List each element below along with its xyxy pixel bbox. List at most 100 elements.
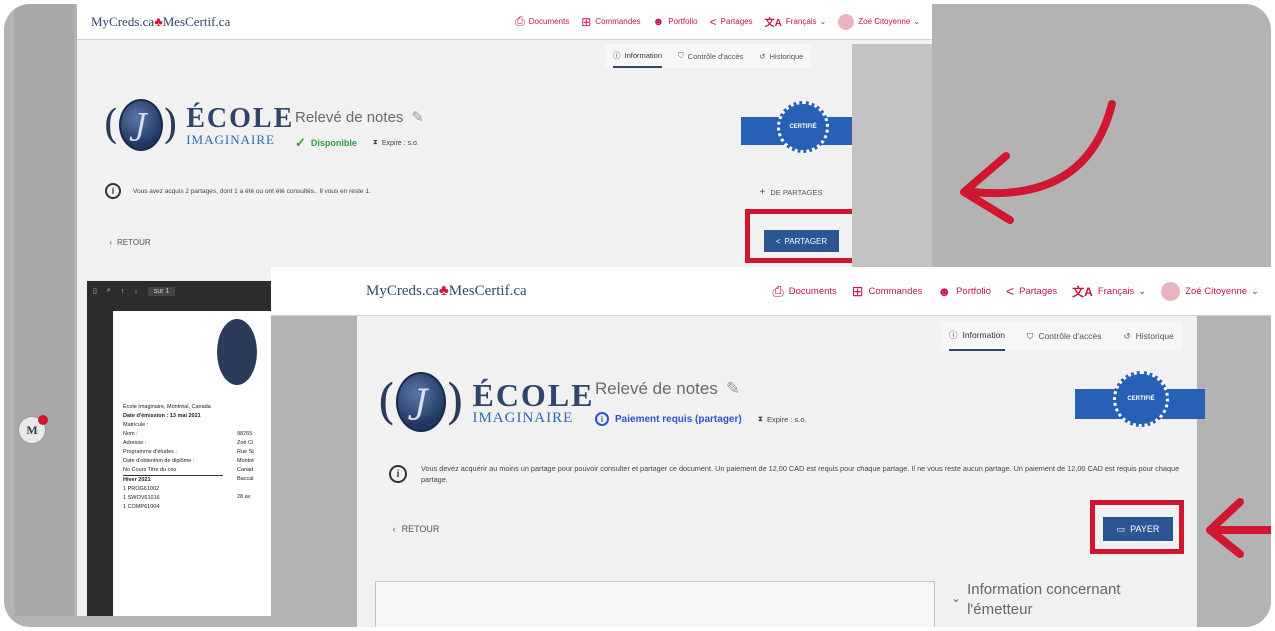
school-logo: ( J ) ÉCOLE IMAGINAIRE (377, 372, 595, 432)
site-logo[interactable]: MyCreds.ca♣MesCertif.ca (366, 283, 527, 300)
user-menu[interactable]: Zoé Citoyenne ⌄ (1161, 281, 1259, 301)
history-icon: ↺ (759, 51, 766, 61)
tab-information[interactable]: ⓘ Information (949, 321, 1006, 351)
document-status: i Paiement requis (partager) ⧗ Expire : s.… (595, 412, 807, 426)
info-circle-icon: i (389, 465, 407, 483)
edit-pencil-icon[interactable]: ✎ (726, 379, 740, 399)
documents-icon: ⎙ (772, 282, 784, 299)
nav-shares[interactable]: < Partages (1006, 283, 1057, 299)
documents-icon: ⎙ (515, 14, 525, 28)
cart-icon: ⊞ (851, 282, 864, 299)
tab-history[interactable]: ↺ Historique (759, 44, 803, 68)
people-icon: ☻ (937, 283, 952, 299)
nav-menu: ⎙ Documents ⊞ Commandes ☻ Portfolio < Partag… (773, 281, 1259, 301)
info-circle-icon: i (105, 183, 121, 199)
pdf-toolbar: ▯ ⌕ ↑ ↓ sur 1 (87, 281, 287, 301)
document-title: Relevé de notes ✎ (595, 379, 741, 399)
nav-orders[interactable]: ⊞ Commandes (852, 283, 923, 300)
share-icon: < (775, 236, 781, 246)
chevron-down-icon: ⌄ (1138, 285, 1147, 297)
user-menu[interactable]: Zoé Citoyenne ⌄ (838, 13, 920, 30)
document-preview-frame (375, 581, 935, 627)
issuer-info-accordion[interactable]: ⌄ Information concernant l'émetteur (951, 580, 1151, 620)
arrow-down-icon[interactable]: ↓ (134, 288, 138, 295)
document-title: Relevé de notes ✎ (295, 108, 424, 127)
avatar (1161, 281, 1181, 301)
school-name-line2: IMAGINAIRE (472, 409, 574, 426)
chevron-down-icon: ⌄ (819, 17, 827, 26)
help-launcher-button[interactable]: M (18, 415, 48, 444)
school-medallion: J (395, 372, 446, 432)
chevron-down-icon: ⌄ (913, 17, 920, 26)
chevron-down-icon: ⌄ (951, 591, 962, 605)
hourglass-icon: ⧗ (757, 414, 763, 423)
people-icon: ☻ (652, 15, 665, 28)
cart-icon: ⊞ (581, 14, 592, 29)
tab-access-control[interactable]: ⛉ Contrôle d'accès (1027, 321, 1101, 351)
site-logo[interactable]: MyCreds.ca♣MesCertif.ca (91, 14, 230, 30)
sidebar-toggle-icon[interactable]: ▯ (93, 287, 97, 295)
tab-history[interactable]: ↺ Historique (1123, 321, 1173, 351)
arrow-up-icon[interactable]: ↑ (121, 288, 125, 295)
expiry-info: ⧗ Expire : s.o. (372, 139, 419, 147)
nav-shares[interactable]: < Partages (710, 15, 753, 29)
tab-access-control[interactable]: ⛉ Contrôle d'accès (678, 44, 743, 68)
left-margin (14, 4, 74, 616)
laurel-left-icon: ( (377, 374, 396, 430)
language-selector[interactable]: 文A Français ⌄ (765, 14, 827, 29)
share-button[interactable]: < PARTAGER (764, 230, 839, 252)
back-window-edge (852, 44, 932, 274)
avatar (838, 13, 855, 30)
expiry-info: ⧗ Expire : s.o. (757, 414, 807, 424)
share-icon: < (1005, 283, 1015, 299)
payment-info-banner: i Vous devez acquérir au moins un partag… (375, 453, 1197, 495)
nav-orders[interactable]: ⊞ Commandes (581, 15, 640, 29)
tab-information[interactable]: ⓘ Information (613, 44, 663, 68)
notification-dot (38, 415, 48, 425)
shield-icon: ⛉ (1027, 330, 1034, 341)
credit-card-icon: ▭ (1116, 523, 1126, 534)
pdf-logo (217, 319, 257, 385)
top-navigation: MyCreds.ca♣MesCertif.ca ⎙ Documents ⊞ Comm… (77, 4, 932, 40)
chevron-left-icon: ‹ (109, 237, 113, 247)
back-button[interactable]: ‹ RETOUR (375, 515, 457, 543)
translate-icon: 文A (764, 18, 782, 29)
search-icon[interactable]: ⌕ (107, 287, 111, 295)
history-icon: ↺ (1123, 330, 1131, 341)
nav-portfolio[interactable]: ☻ Portfolio (937, 284, 991, 299)
language-selector[interactable]: 文A Français ⌄ (1072, 283, 1146, 300)
edit-pencil-icon[interactable]: ✎ (411, 108, 424, 126)
laurel-left-icon: ( (103, 102, 119, 148)
laurel-right-icon: ) (162, 102, 179, 148)
front-window: MyCreds.ca♣MesCertif.ca ⎙ Documents ⊞ Comm… (271, 267, 1271, 627)
school-medallion: J (118, 99, 163, 151)
back-button[interactable]: ‹ RETOUR (91, 230, 169, 254)
pdf-text-left: École Imaginaire, Montréal, Canada Date … (123, 403, 223, 512)
pdf-page: École Imaginaire, Montréal, Canada Date … (113, 311, 287, 616)
check-circle-icon: ✓ (295, 135, 306, 150)
info-circle-icon: i (595, 412, 609, 426)
document-status: ✓ Disponible ⧗ Expire : s.o. (295, 135, 419, 150)
pdf-viewer: ▯ ⌕ ↑ ↓ sur 1 École Imaginaire, Montréal… (87, 281, 287, 616)
certified-ribbon: CERTIFIÉ (1075, 369, 1205, 435)
nav-menu: ⎙ Documents ⊞ Commandes ☻ Portfolio < Partag… (515, 13, 920, 30)
school-logo: ( J ) ÉCOLE IMAGINAIRE (103, 99, 294, 151)
nav-documents[interactable]: ⎙ Documents (515, 14, 569, 29)
info-icon: ⓘ (613, 50, 621, 60)
chevron-down-icon: ⌄ (1251, 285, 1259, 297)
nav-portfolio[interactable]: ☻ Portfolio (653, 16, 698, 28)
screen-frame: M MyCreds.ca♣MesCertif.ca ⎙ Documents ⊞ Co… (4, 4, 1271, 627)
buy-more-shares-button[interactable]: + DE PARTAGES (737, 180, 845, 204)
pay-button[interactable]: ▭ PAYER (1103, 517, 1173, 541)
shield-icon: ⛉ (678, 51, 684, 60)
nav-documents[interactable]: ⎙ Documents (773, 283, 837, 300)
plus-icon: + (759, 186, 766, 198)
school-name-line2: IMAGINAIRE (186, 131, 275, 147)
certified-ribbon: CERTIFIÉ (741, 99, 863, 161)
issuer-info-heading: Information concernant l'émetteur (967, 581, 1121, 618)
school-name-line1: ÉCOLE (472, 376, 595, 413)
tab-bar: ⓘ Information ⛉ Contrôle d'accès ↺ Historiq… (605, 44, 812, 68)
share-icon: < (709, 14, 717, 29)
pdf-page-indicator[interactable]: sur 1 (147, 286, 176, 296)
tab-bar: ⓘ Information ⛉ Contrôle d'accès ↺ Historiq… (941, 321, 1182, 351)
